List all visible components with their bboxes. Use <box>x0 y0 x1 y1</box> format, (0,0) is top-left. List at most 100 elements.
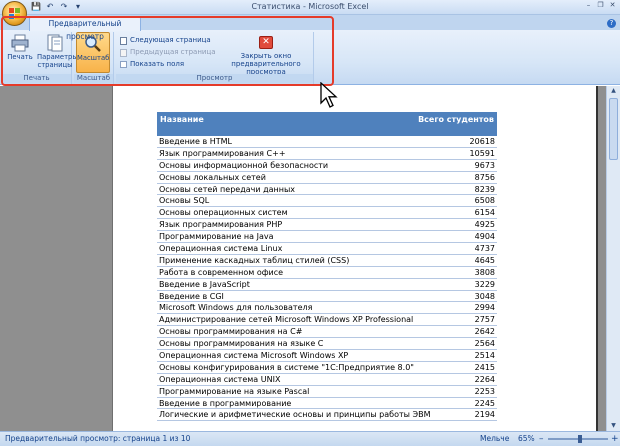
page-setup-icon <box>47 34 63 52</box>
show-margins-checkbox[interactable]: Показать поля <box>120 59 184 70</box>
print-button[interactable]: Печать <box>3 32 37 73</box>
row-count: 6508 <box>474 196 495 206</box>
row-name: Язык программирования С++ <box>159 148 286 158</box>
close-preview-label: Закрыть окно предварительного просмотра <box>231 52 301 76</box>
zoom-percent[interactable]: 65% <box>518 432 535 446</box>
zoom-slider-knob[interactable] <box>578 435 582 443</box>
zoom-label[interactable]: Мельче <box>480 432 509 446</box>
undo-icon[interactable]: ↶ <box>45 2 55 11</box>
next-page-icon <box>120 36 127 45</box>
zoom-button-label: Масштаб <box>77 54 110 62</box>
show-margins-label: Показать поля <box>130 60 185 68</box>
customize-qat-icon[interactable]: ▾ <box>73 2 83 11</box>
row-count: 2564 <box>474 339 495 349</box>
data-table: Название Всего студентов Введение в HTML… <box>157 112 497 422</box>
table-body: Введение в HTML 20618 Язык программировани… <box>157 136 497 422</box>
row-count: 3229 <box>474 279 495 289</box>
table-row: Основы SQL 6508 <box>157 195 497 208</box>
row-count: 2642 <box>474 327 495 337</box>
zoom-out-icon[interactable]: – <box>539 432 544 446</box>
row-name: Работа в современном офисе <box>159 267 284 277</box>
print-button-label: Печать <box>7 53 33 61</box>
table-row: Введение в CGI 3048 <box>157 291 497 303</box>
window-title: Статистика - Microsoft Excel <box>251 2 369 11</box>
table-row: Основы операционных систем 6154 <box>157 207 497 220</box>
row-name: Введение в HTML <box>159 137 232 146</box>
scroll-down-icon[interactable]: ▼ <box>607 421 620 431</box>
table-row: Основы конфигурирования в системе "1С:Пр… <box>157 362 497 374</box>
group-preview: Следующая страница Предыдущая страница П… <box>116 32 314 84</box>
close-window-button[interactable]: ✕ <box>608 1 617 10</box>
table-row: Введение в JavaScript 3229 <box>157 279 497 291</box>
row-count: 8239 <box>474 184 495 194</box>
row-count: 2245 <box>474 398 495 408</box>
table-row: Основы локальных сетей 8756 <box>157 172 497 184</box>
row-count: 9673 <box>474 160 495 170</box>
row-count: 3808 <box>474 267 495 277</box>
table-row: Язык программирования PHP 4925 <box>157 219 497 232</box>
previous-page-icon <box>120 48 127 57</box>
row-count: 4904 <box>474 232 495 242</box>
checkbox-icon <box>120 61 127 68</box>
table-row: Microsoft Windows для пользователя 2994 <box>157 302 497 315</box>
next-page-button[interactable]: Следующая страница <box>120 35 211 46</box>
table-header: Название Всего студентов <box>157 112 497 136</box>
table-row: Введение в программирование 2245 <box>157 398 497 410</box>
table-row: Операционная система Microsoft Windows X… <box>157 350 497 362</box>
row-name: Основы локальных сетей <box>159 172 266 182</box>
row-name: Основы информационной безопасности <box>159 160 329 170</box>
row-count: 2264 <box>474 374 495 384</box>
row-count: 8756 <box>474 172 495 182</box>
status-bar: Предварительный просмотр: страница 1 из … <box>0 431 620 446</box>
row-count: 2994 <box>474 303 495 313</box>
help-icon[interactable]: ? <box>607 19 616 28</box>
table-row: Работа в современном офисе 3808 <box>157 267 497 279</box>
title-bar: Статистика - Microsoft Excel 💾 ↶ ↷ ▾ – ❐… <box>0 0 620 15</box>
office-button[interactable] <box>2 1 27 26</box>
minimize-button[interactable]: – <box>584 1 593 10</box>
table-row: Программирование на языке Pascal 2253 <box>157 386 497 398</box>
row-name: Основы операционных систем <box>159 208 288 218</box>
table-row: Операционная система UNIX 2264 <box>157 374 497 386</box>
row-count: 4645 <box>474 255 495 265</box>
table-row: Программирование на Java 4904 <box>157 231 497 244</box>
table-row: Применение каскадных таблиц стилей (CSS)… <box>157 255 497 267</box>
previous-page-button[interactable]: Предыдущая страница <box>120 47 216 58</box>
group-zoom-label: Масштаб <box>74 74 113 83</box>
quick-access-toolbar: 💾 ↶ ↷ ▾ <box>31 2 83 11</box>
row-count: 10591 <box>469 148 495 158</box>
row-name: Операционная система Linux <box>159 244 283 254</box>
table-row: Операционная система Linux 4737 <box>157 243 497 255</box>
close-icon: ✕ <box>259 36 273 49</box>
row-name: Введение в JavaScript <box>159 279 250 289</box>
group-print: Печать Параметры страницы Печать <box>2 32 78 84</box>
table-row: Язык программирования С++ 10591 <box>157 148 497 160</box>
row-name: Язык программирования PHP <box>159 220 283 230</box>
zoom-slider[interactable] <box>548 435 608 443</box>
table-row: Основы программирования на языке С 2564 <box>157 338 497 351</box>
scroll-thumb[interactable] <box>609 98 618 160</box>
table-row: Администрирование сетей Microsoft Window… <box>157 314 497 327</box>
row-count: 6154 <box>474 208 495 218</box>
row-name: Основы программирования на языке С <box>159 339 324 349</box>
table-row: Логические и арифметические основы и при… <box>157 409 497 422</box>
close-preview-button[interactable]: ✕ Закрыть окно предварительного просмотр… <box>218 36 314 76</box>
row-name: Основы конфигурирования в системе "1С:Пр… <box>159 362 414 372</box>
row-count: 3048 <box>474 291 495 301</box>
row-count: 2253 <box>474 386 495 396</box>
redo-icon[interactable]: ↷ <box>59 2 69 11</box>
group-print-label: Печать <box>2 74 71 83</box>
save-icon[interactable]: 💾 <box>31 2 41 11</box>
row-name: Microsoft Windows для пользователя <box>159 303 313 313</box>
page-setup-label: Параметры страницы <box>37 53 78 69</box>
row-name: Основы сетей передачи данных <box>159 184 296 194</box>
row-count: 2514 <box>474 351 495 361</box>
vertical-scrollbar[interactable]: ▲ ▼ <box>606 86 620 431</box>
restore-button[interactable]: ❐ <box>596 1 605 10</box>
zoom-in-icon[interactable]: + <box>611 432 619 446</box>
tab-print-preview[interactable]: Предварительный просмотр <box>29 16 141 41</box>
row-name: Основы SQL <box>159 196 210 206</box>
mouse-pointer-icon <box>320 82 338 108</box>
scroll-up-icon[interactable]: ▲ <box>607 86 620 96</box>
row-count: 2757 <box>474 315 495 325</box>
